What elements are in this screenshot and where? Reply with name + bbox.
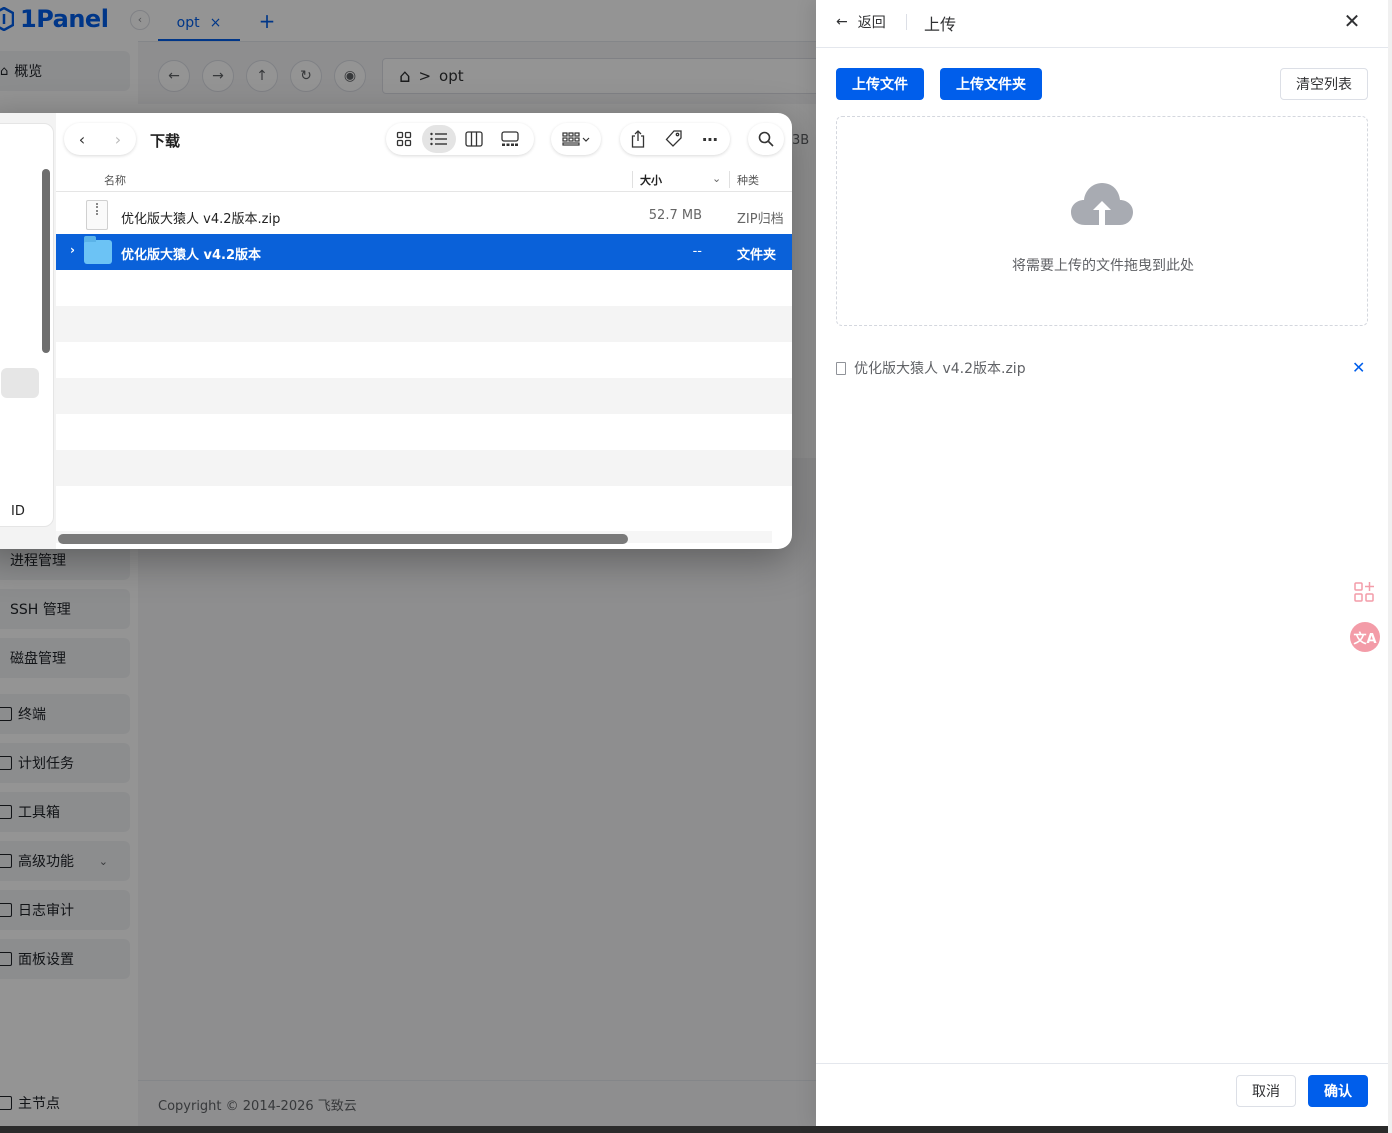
drawer-header: ← 返回 上传 ✕ (816, 0, 1388, 48)
arrow-left-icon[interactable]: ← (836, 14, 848, 30)
column-divider[interactable] (632, 171, 633, 188)
column-divider[interactable] (729, 171, 730, 188)
confirm-button[interactable]: 确认 (1308, 1075, 1368, 1107)
zip-file-icon (86, 200, 108, 230)
clear-list-button[interactable]: 清空列表 (1280, 68, 1368, 100)
upload-file-name: 优化版大猿人 v4.2版本.zip (854, 361, 1026, 377)
file-size: 52.7 MB (648, 208, 702, 223)
upload-file-item: 优化版大猿人 v4.2版本.zip (836, 358, 1368, 378)
disclosure-triangle-icon[interactable]: › (70, 243, 75, 257)
file-name: 优化版大猿人 v4.2版本 (121, 248, 262, 263)
search-button[interactable] (748, 123, 784, 155)
icon-view-icon[interactable] (386, 123, 422, 155)
file-row[interactable]: 优化版大猿人 v4.2版本.zip 52.7 MB ZIP归档 (56, 198, 792, 234)
drawer-footer-divider (816, 1063, 1388, 1064)
finder-sidebar: ID (0, 113, 56, 549)
column-size[interactable]: 大小 (640, 172, 662, 188)
finder-title: 下载 (150, 132, 181, 150)
desktop-strip (0, 1126, 1392, 1133)
file-name: 优化版大猿人 v4.2版本.zip (121, 212, 281, 227)
column-view-icon[interactable] (456, 123, 492, 155)
tag-icon[interactable] (656, 123, 692, 155)
folder-icon (84, 236, 112, 264)
empty-row (56, 450, 792, 486)
apps-add-icon[interactable] (1352, 580, 1376, 604)
document-icon (836, 361, 846, 375)
drawer-title: 上传 (924, 15, 957, 34)
action-group: ⋯ (620, 123, 730, 155)
drop-hint: 将需要上传的文件拖曳到此处 (1012, 258, 1194, 274)
translate-icon[interactable]: 文A (1350, 622, 1380, 652)
finder-sidebar-selected[interactable] (1, 368, 39, 398)
horizontal-scrollbar-thumb[interactable] (58, 534, 628, 544)
more-icon[interactable]: ⋯ (692, 123, 728, 155)
finder-nav-group: ‹ › (64, 123, 136, 155)
column-name[interactable]: 名称 (104, 172, 126, 188)
finder-column-header: 名称 大小 ⌄ 种类 (56, 167, 792, 192)
upload-folder-button[interactable]: 上传文件夹 (940, 68, 1042, 100)
list-view-icon[interactable] (422, 125, 456, 153)
upload-drawer: ← 返回 上传 ✕ 上传文件 上传文件夹 清空列表 将需要上传的文件拖曳到此处 … (816, 0, 1388, 1126)
search-icon[interactable] (748, 123, 784, 155)
finder-sidebar-scrollbar[interactable] (42, 169, 50, 353)
group-by-button[interactable] (551, 123, 601, 155)
finder-window[interactable]: ID ‹ › 下载 ⋯ 名称 大小 ⌄ 种类 优化版大猿人 v4.2版本.zip… (0, 113, 792, 549)
upload-file-button[interactable]: 上传文件 (836, 68, 924, 100)
chevron-down-icon[interactable]: ⌄ (712, 172, 721, 185)
finder-sidebar-label[interactable]: ID (11, 504, 25, 519)
back-link[interactable]: ← 返回 (836, 12, 886, 32)
column-kind[interactable]: 种类 (737, 172, 759, 188)
file-kind: 文件夹 (737, 248, 777, 263)
chevron-left-icon[interactable]: ‹ (64, 123, 100, 155)
back-label[interactable]: 返回 (858, 12, 886, 32)
file-size: -- (692, 244, 702, 259)
cancel-button[interactable]: 取消 (1236, 1075, 1296, 1107)
file-row-selected[interactable]: › 优化版大猿人 v4.2版本 -- 文件夹 (56, 234, 792, 270)
empty-row (56, 378, 792, 414)
remove-file-icon[interactable]: ✕ (1352, 358, 1365, 377)
header-divider (906, 14, 907, 30)
drawer-edge (1388, 0, 1392, 1133)
close-icon[interactable]: ✕ (1342, 10, 1362, 32)
drop-zone[interactable]: 将需要上传的文件拖曳到此处 (836, 116, 1368, 326)
share-icon[interactable] (620, 123, 656, 155)
view-mode-group (386, 123, 534, 155)
upload-cloud-icon (1071, 183, 1133, 225)
gallery-view-icon[interactable] (492, 123, 528, 155)
chevron-right-icon[interactable]: › (100, 123, 136, 155)
empty-row (56, 306, 792, 342)
group-by-icon[interactable] (551, 123, 601, 155)
file-kind: ZIP归档 (737, 212, 784, 227)
